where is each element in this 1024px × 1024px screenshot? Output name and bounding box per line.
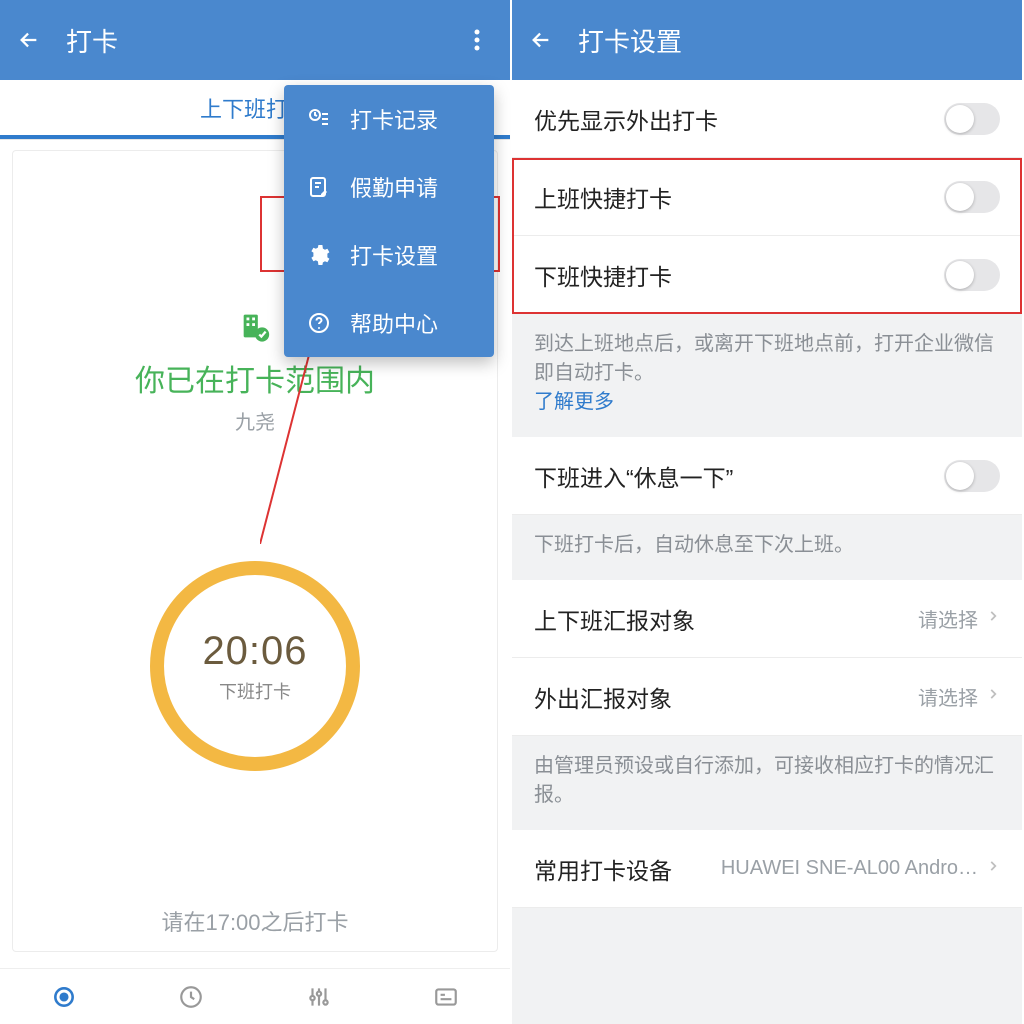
note-report: 由管理员预设或自行添加，可接收相应打卡的情况汇报。: [512, 736, 1022, 830]
nav-history-icon[interactable]: [128, 969, 256, 1024]
note-rest: 下班打卡后，自动休息至下次上班。: [512, 515, 1022, 580]
phone-left: 打卡 上下班打卡 你已在打卡范围内 九尧 20:06 下班打卡 请在17:00之…: [0, 0, 512, 1024]
row-report-work[interactable]: 上下班汇报对象 请选择: [512, 580, 1022, 658]
chevron-right-icon: [986, 859, 1000, 878]
toggle-priority-outside[interactable]: [944, 103, 1000, 135]
gear-icon: [306, 242, 332, 268]
clock-label: 下班打卡: [219, 678, 291, 704]
menu-item-record[interactable]: 打卡记录: [284, 85, 494, 153]
header-title: 打卡设置: [578, 22, 1004, 59]
nav-clock-icon[interactable]: [0, 969, 128, 1024]
header-clockin: 打卡: [0, 0, 510, 80]
header-title: 打卡: [66, 22, 462, 59]
menu-item-settings[interactable]: 打卡设置: [284, 221, 494, 289]
more-icon[interactable]: [462, 28, 492, 52]
row-label: 上下班汇报对象: [534, 602, 918, 636]
back-icon[interactable]: [530, 29, 560, 51]
row-devices[interactable]: 常用打卡设备 HUAWEI SNE-AL00 Andro…: [512, 830, 1022, 908]
menu-label: 打卡记录: [350, 103, 438, 135]
menu-item-help[interactable]: 帮助中心: [284, 289, 494, 357]
row-quick-off[interactable]: 下班快捷打卡: [512, 236, 1022, 314]
row-quick-on[interactable]: 上班快捷打卡: [512, 158, 1022, 236]
range-text: 你已在打卡范围内: [13, 356, 497, 400]
toggle-quick-on[interactable]: [944, 181, 1000, 213]
header-settings: 打卡设置: [512, 0, 1022, 80]
row-value: 请选择: [918, 682, 978, 711]
building-check-icon: [237, 309, 273, 345]
row-value: HUAWEI SNE-AL00 Andro…: [721, 857, 978, 880]
bottom-nav: [0, 968, 510, 1024]
row-label: 优先显示外出打卡: [534, 102, 944, 136]
toggle-quick-off[interactable]: [944, 259, 1000, 291]
form-edit-icon: [306, 174, 332, 200]
row-label: 下班快捷打卡: [534, 258, 944, 292]
menu-label: 假勤申请: [350, 171, 438, 203]
note-text: 到达上班地点后，或离开下班地点前，打开企业微信即自动打卡。: [534, 333, 994, 384]
clock-list-icon: [306, 106, 332, 132]
dropdown-menu: 打卡记录 假勤申请 打卡设置 帮助中心: [284, 85, 494, 357]
row-label: 下班进入“休息一下”: [534, 459, 944, 493]
toggle-rest-after-off[interactable]: [944, 460, 1000, 492]
bottom-hint: 请在17:00之后打卡: [13, 905, 497, 937]
row-value: 请选择: [918, 604, 978, 633]
menu-label: 帮助中心: [350, 307, 438, 339]
menu-item-leave[interactable]: 假勤申请: [284, 153, 494, 221]
clock-time: 20:06: [202, 629, 307, 674]
row-rest-after-off[interactable]: 下班进入“休息一下”: [512, 437, 1022, 515]
chevron-right-icon: [986, 609, 1000, 628]
help-icon: [306, 310, 332, 336]
back-icon[interactable]: [18, 29, 48, 51]
row-label: 外出汇报对象: [534, 680, 918, 714]
row-label: 上班快捷打卡: [534, 180, 944, 214]
row-label: 常用打卡设备: [534, 852, 721, 886]
row-report-out[interactable]: 外出汇报对象 请选择: [512, 658, 1022, 736]
nav-sliders-icon[interactable]: [255, 969, 383, 1024]
learn-more-link[interactable]: 了解更多: [534, 391, 614, 413]
note-quick: 到达上班地点后，或离开下班地点前，打开企业微信即自动打卡。 了解更多: [512, 314, 1022, 437]
phone-right: 打卡设置 优先显示外出打卡 上班快捷打卡 下班快捷打卡 到达上班地点后，或离开下…: [512, 0, 1024, 1024]
settings-body: 优先显示外出打卡 上班快捷打卡 下班快捷打卡 到达上班地点后，或离开下班地点前，…: [512, 80, 1022, 1024]
chevron-right-icon: [986, 687, 1000, 706]
row-priority-outside[interactable]: 优先显示外出打卡: [512, 80, 1022, 158]
username: 九尧: [13, 406, 497, 435]
nav-card-icon[interactable]: [383, 969, 511, 1024]
menu-label: 打卡设置: [350, 239, 438, 271]
clock-button[interactable]: 20:06 下班打卡: [150, 561, 360, 771]
